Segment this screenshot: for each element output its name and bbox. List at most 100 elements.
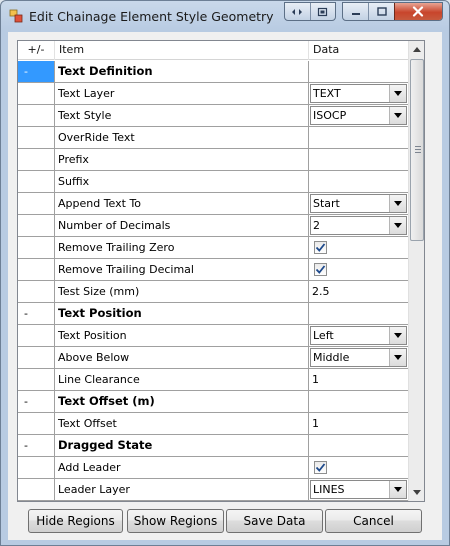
- row-toggle-cell: [18, 237, 55, 258]
- data-dropdown[interactable]: Start: [310, 194, 407, 213]
- row-toggle-cell: [18, 193, 55, 214]
- grid-row[interactable]: Append Text To Start: [18, 193, 408, 215]
- checkmark-icon: [315, 242, 326, 253]
- close-icon[interactable]: [393, 3, 442, 20]
- data-value[interactable]: 1: [312, 373, 319, 386]
- section-title: Text Offset (m): [55, 391, 309, 412]
- grid-row[interactable]: Leader Layer LINES: [18, 479, 408, 501]
- grid-row[interactable]: Add Leader: [18, 457, 408, 479]
- dropdown-arrow-icon[interactable]: [389, 195, 406, 212]
- data-cell[interactable]: [309, 259, 408, 280]
- scroll-up-icon[interactable]: [409, 41, 424, 58]
- data-checkbox[interactable]: [314, 461, 327, 474]
- item-label: Line Clearance: [55, 369, 309, 390]
- section-collapse-toggle[interactable]: -: [18, 61, 55, 82]
- data-value[interactable]: 2.5: [312, 285, 330, 298]
- section-collapse-toggle[interactable]: -: [18, 303, 55, 324]
- data-cell[interactable]: ISOCP: [309, 105, 408, 126]
- section-collapse-toggle[interactable]: -: [18, 435, 55, 456]
- grid-row[interactable]: OverRide Text: [18, 127, 408, 149]
- grid-section-row[interactable]: - Text Position: [18, 303, 408, 325]
- data-checkbox[interactable]: [314, 241, 327, 254]
- row-toggle-cell: [18, 413, 55, 434]
- save-data-button[interactable]: Save Data: [226, 509, 323, 533]
- grid-section-row[interactable]: - Dragged State: [18, 435, 408, 457]
- data-cell[interactable]: Middle: [309, 347, 408, 368]
- dropdown-arrow-icon[interactable]: [389, 481, 406, 498]
- dropdown-arrow-icon[interactable]: [389, 349, 406, 366]
- grid-row[interactable]: Suffix: [18, 171, 408, 193]
- grid-row[interactable]: Above Below Middle: [18, 347, 408, 369]
- minimize-icon[interactable]: [343, 3, 368, 20]
- data-dropdown[interactable]: TEXT: [310, 84, 407, 103]
- data-dropdown[interactable]: 2: [310, 216, 407, 235]
- grid-section-row[interactable]: - Text Offset (m): [18, 391, 408, 413]
- dialog-window: Edit Chainage Element Style Geometry +/-…: [0, 0, 450, 546]
- data-cell: [309, 61, 408, 82]
- section-title: Text Definition: [55, 61, 309, 82]
- grid-row[interactable]: Text Style ISOCP: [18, 105, 408, 127]
- dropdown-value: ISOCP: [313, 109, 347, 122]
- dropdown-arrow-icon[interactable]: [389, 327, 406, 344]
- item-label: Number of Decimals: [55, 215, 309, 236]
- data-cell[interactable]: [309, 127, 408, 148]
- data-cell[interactable]: Start: [309, 193, 408, 214]
- grid-row[interactable]: Text Offset 1: [18, 413, 408, 435]
- show-regions-button[interactable]: Show Regions: [127, 509, 224, 533]
- data-cell[interactable]: TEXT: [309, 83, 408, 104]
- data-cell[interactable]: 2: [309, 215, 408, 236]
- grid-row[interactable]: Line Clearance 1: [18, 369, 408, 391]
- section-title: Dragged State: [55, 435, 309, 456]
- dropdown-value: LINES: [313, 483, 345, 496]
- extra-caption-buttons: [284, 2, 336, 21]
- data-cell[interactable]: Left: [309, 325, 408, 346]
- data-dropdown[interactable]: ISOCP: [310, 106, 407, 125]
- cancel-button[interactable]: Cancel: [325, 509, 422, 533]
- data-cell[interactable]: LINES: [309, 479, 408, 500]
- maximize-icon[interactable]: [368, 3, 394, 20]
- grid-section-row[interactable]: - Text Definition: [18, 61, 408, 83]
- data-cell[interactable]: 1: [309, 413, 408, 434]
- data-cell[interactable]: [309, 237, 408, 258]
- data-cell[interactable]: 1: [309, 369, 408, 390]
- grid-row[interactable]: Number of Decimals 2: [18, 215, 408, 237]
- column-header-item[interactable]: Item: [55, 41, 309, 60]
- data-cell[interactable]: [309, 149, 408, 170]
- data-checkbox[interactable]: [314, 263, 327, 276]
- grid-row[interactable]: Remove Trailing Decimal: [18, 259, 408, 281]
- restore-size-icon[interactable]: [285, 3, 310, 20]
- data-cell[interactable]: 2.5: [309, 281, 408, 302]
- column-header-data[interactable]: Data: [309, 41, 408, 60]
- grid-row[interactable]: Text Position Left: [18, 325, 408, 347]
- data-dropdown[interactable]: LINES: [310, 480, 407, 499]
- item-label: Append Text To: [55, 193, 309, 214]
- vertical-scrollbar[interactable]: [408, 41, 424, 501]
- dropdown-arrow-icon[interactable]: [389, 217, 406, 234]
- item-label: Prefix: [55, 149, 309, 170]
- data-value[interactable]: 1: [312, 417, 319, 430]
- window-list-icon[interactable]: [309, 3, 335, 20]
- scroll-down-icon[interactable]: [409, 484, 424, 501]
- dropdown-value: Start: [313, 197, 340, 210]
- dialog-client-area: +/- Item Data - Text Definition Text Layer…: [8, 32, 442, 540]
- dropdown-arrow-icon[interactable]: [389, 107, 406, 124]
- grid-row[interactable]: Remove Trailing Zero: [18, 237, 408, 259]
- dropdown-arrow-icon[interactable]: [389, 85, 406, 102]
- data-cell[interactable]: [309, 171, 408, 192]
- grid-row[interactable]: Prefix: [18, 149, 408, 171]
- column-header-toggle[interactable]: +/-: [18, 41, 55, 60]
- scroll-thumb[interactable]: [410, 59, 424, 241]
- section-collapse-toggle[interactable]: -: [18, 391, 55, 412]
- section-title: Text Position: [55, 303, 309, 324]
- grid-row[interactable]: Text Layer TEXT: [18, 83, 408, 105]
- data-cell[interactable]: [309, 457, 408, 478]
- grid-row[interactable]: Test Size (mm) 2.5: [18, 281, 408, 303]
- title-bar[interactable]: Edit Chainage Element Style Geometry: [1, 1, 449, 31]
- row-toggle-cell: [18, 83, 55, 104]
- row-toggle-cell: [18, 259, 55, 280]
- data-dropdown[interactable]: Middle: [310, 348, 407, 367]
- hide-regions-button[interactable]: Hide Regions: [28, 509, 123, 533]
- data-dropdown[interactable]: Left: [310, 326, 407, 345]
- dropdown-value: Left: [313, 329, 334, 342]
- item-label: Text Position: [55, 325, 309, 346]
